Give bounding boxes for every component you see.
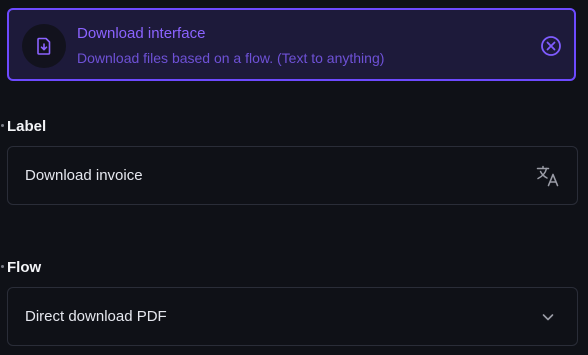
- required-dot: [1, 124, 4, 127]
- flow-select[interactable]: Direct download PDF: [7, 287, 578, 346]
- file-download-icon: [22, 24, 66, 68]
- label-input[interactable]: Download invoice: [7, 146, 578, 205]
- banner-title: Download interface: [77, 25, 206, 42]
- flow-field-label: Flow: [1, 259, 42, 276]
- download-interface-settings: Download interface Download files based …: [0, 0, 588, 355]
- chevron-down-icon[interactable]: [535, 304, 561, 330]
- label-field-label-text: Label: [7, 118, 47, 135]
- required-dot: [1, 265, 4, 268]
- flow-field-label-text: Flow: [7, 259, 42, 276]
- label-field-label: Label: [1, 118, 47, 135]
- label-input-value: Download invoice: [25, 167, 143, 184]
- interface-info-banner: Download interface Download files based …: [7, 8, 576, 81]
- translate-icon[interactable]: [535, 163, 561, 189]
- flow-select-value: Direct download PDF: [25, 308, 167, 325]
- close-circle-icon[interactable]: [540, 35, 562, 57]
- banner-description: Download files based on a flow. (Text to…: [77, 50, 385, 66]
